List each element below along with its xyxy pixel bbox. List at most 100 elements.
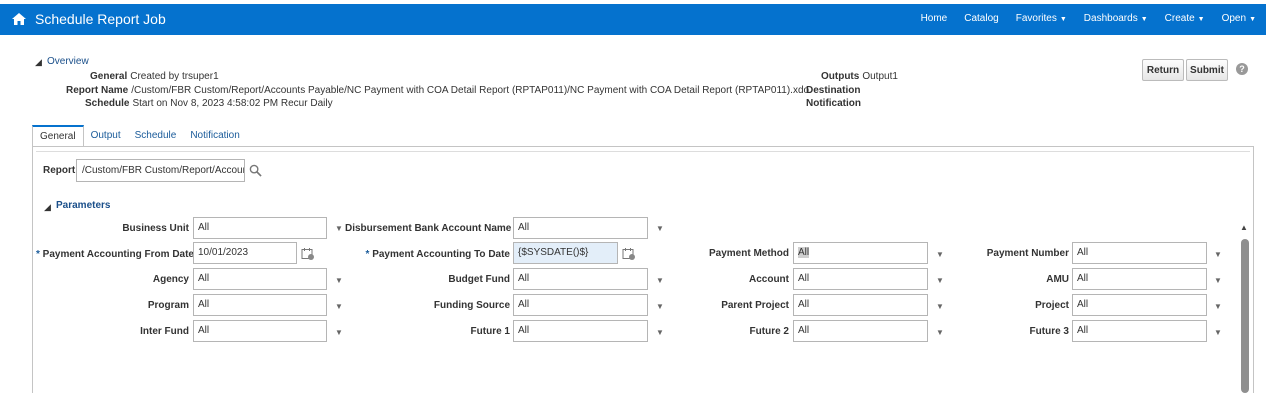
home-icon[interactable] (11, 11, 27, 27)
future3-label: Future 3 (1029, 326, 1069, 337)
inter-fund-select[interactable]: All (193, 320, 327, 342)
dropdown-arrow-icon[interactable]: ▼ (1214, 302, 1222, 311)
budget-fund-select[interactable]: All (513, 268, 648, 290)
report-name-label: Report Name (66, 85, 129, 96)
return-button[interactable]: Return (1142, 59, 1184, 81)
dropdown-arrow-icon[interactable]: ▼ (1214, 250, 1222, 259)
accounting-from-date-input[interactable]: 10/01/2023 (193, 242, 297, 264)
chevron-down-icon: ▼ (1197, 16, 1205, 23)
dropdown-arrow-icon[interactable]: ▼ (335, 276, 343, 285)
nav-open[interactable]: Open ▼ (1222, 13, 1256, 24)
search-icon[interactable] (249, 164, 262, 177)
budget-fund-label: Budget Fund (448, 274, 510, 285)
disbursement-bank-select[interactable]: All (513, 217, 648, 239)
business-unit-label: Business Unit (122, 223, 189, 234)
dropdown-arrow-icon[interactable]: ▼ (936, 250, 944, 259)
accounting-to-label: * Payment Accounting To Date (365, 249, 510, 260)
future2-select[interactable]: All (793, 320, 928, 342)
disbursement-bank-label: Disbursement Bank Account Name (345, 223, 512, 234)
tab-schedule[interactable]: Schedule (128, 125, 184, 147)
dropdown-arrow-icon[interactable]: ▼ (936, 328, 944, 337)
business-unit-select[interactable]: All (193, 217, 327, 239)
page-title: Schedule Report Job (35, 11, 166, 27)
nav-create[interactable]: Create ▼ (1165, 13, 1205, 24)
dropdown-arrow-icon[interactable]: ▼ (656, 302, 664, 311)
payment-method-select[interactable]: All (793, 242, 928, 264)
dropdown-arrow-icon[interactable]: ▼ (656, 328, 664, 337)
overview-outputs: Outputs Output1 (821, 71, 898, 82)
report-label: Report (43, 165, 76, 176)
chevron-down-icon: ▼ (1140, 16, 1148, 23)
overview-general: General Created by trsuper1 (90, 71, 219, 82)
agency-label: Agency (152, 274, 189, 285)
payment-method-label: Payment Method (708, 248, 789, 259)
vertical-scrollbar[interactable] (1241, 239, 1249, 393)
parameters-title[interactable]: Parameters (56, 200, 110, 211)
schedule-label: Schedule (85, 98, 130, 109)
future2-label: Future 2 (749, 326, 789, 337)
dropdown-arrow-icon[interactable]: ▼ (1214, 276, 1222, 285)
nav-dashboards[interactable]: Dashboards ▼ (1084, 13, 1148, 24)
general-label: General (90, 71, 128, 82)
future3-select[interactable]: All (1072, 320, 1207, 342)
nav-favorites[interactable]: Favorites ▼ (1016, 13, 1067, 24)
calendar-icon[interactable] (622, 247, 636, 261)
program-label: Program (147, 300, 189, 311)
app-header: Schedule Report Job Home Catalog Favorit… (0, 4, 1266, 35)
nav-catalog[interactable]: Catalog (964, 13, 998, 24)
overview-schedule: Schedule Start on Nov 8, 2023 4:58:02 PM … (85, 98, 333, 109)
dropdown-arrow-icon[interactable]: ▼ (335, 224, 343, 233)
dropdown-arrow-icon[interactable]: ▼ (936, 302, 944, 311)
inter-fund-label: Inter Fund (140, 326, 189, 337)
outputs-value: Output1 (862, 71, 898, 82)
project-select[interactable]: All (1072, 294, 1207, 316)
dropdown-arrow-icon[interactable]: ▼ (656, 224, 664, 233)
amu-select[interactable]: All (1072, 268, 1207, 290)
report-name-value: /Custom/FBR Custom/Report/Accounts Payab… (131, 85, 810, 96)
tab-output[interactable]: Output (84, 125, 128, 147)
scroll-up-icon[interactable]: ▲ (1240, 223, 1248, 232)
dropdown-arrow-icon[interactable]: ▼ (936, 276, 944, 285)
tab-bar: General Output Schedule Notification (32, 125, 247, 147)
calendar-icon[interactable] (301, 247, 315, 261)
report-path-input[interactable]: /Custom/FBR Custom/Report/Accoun (76, 159, 245, 182)
panel-divider (36, 151, 1250, 152)
destination-label: Destination (806, 85, 861, 96)
program-select[interactable]: All (193, 294, 327, 316)
top-nav: Home Catalog Favorites ▼ Dashboards ▼ Crea… (904, 13, 1256, 24)
amu-label: AMU (1046, 274, 1069, 285)
future1-label: Future 1 (470, 326, 510, 337)
outputs-label: Outputs (821, 71, 860, 82)
project-label: Project (1035, 300, 1069, 311)
collapse-triangle-icon[interactable]: ◢ (44, 202, 51, 213)
payment-number-select[interactable]: All (1072, 242, 1207, 264)
general-value: Created by trsuper1 (130, 71, 219, 82)
future1-select[interactable]: All (513, 320, 648, 342)
account-select[interactable]: All (793, 268, 928, 290)
overview-destination: Destination (806, 85, 863, 96)
notification-label: Notification (806, 98, 861, 109)
parent-project-label: Parent Project (721, 300, 789, 311)
accounting-to-date-input[interactable]: {$SYSDATE()$} (513, 242, 618, 264)
account-label: Account (749, 274, 789, 285)
payment-number-label: Payment Number (986, 248, 1069, 259)
collapse-triangle-icon[interactable]: ◢ (35, 57, 42, 68)
agency-select[interactable]: All (193, 268, 327, 290)
dropdown-arrow-icon[interactable]: ▼ (335, 328, 343, 337)
overview-title[interactable]: Overview (47, 56, 89, 67)
funding-source-select[interactable]: All (513, 294, 648, 316)
accounting-from-label: * Payment Accounting From Date (36, 249, 194, 260)
tab-notification[interactable]: Notification (183, 125, 246, 147)
nav-home[interactable]: Home (921, 13, 948, 24)
funding-source-label: Funding Source (433, 300, 510, 311)
schedule-value: Start on Nov 8, 2023 4:58:02 PM Recur Da… (132, 98, 333, 109)
overview-notification: Notification (806, 98, 864, 109)
dropdown-arrow-icon[interactable]: ▼ (656, 276, 664, 285)
submit-button[interactable]: Submit (1186, 59, 1228, 81)
tab-general[interactable]: General (32, 125, 84, 147)
parent-project-select[interactable]: All (793, 294, 928, 316)
dropdown-arrow-icon[interactable]: ▼ (1214, 328, 1222, 337)
help-icon[interactable]: ? (1236, 63, 1248, 75)
dropdown-arrow-icon[interactable]: ▼ (335, 302, 343, 311)
overview-report-name: Report Name/Custom/FBR Custom/Report/Acc… (66, 85, 809, 96)
